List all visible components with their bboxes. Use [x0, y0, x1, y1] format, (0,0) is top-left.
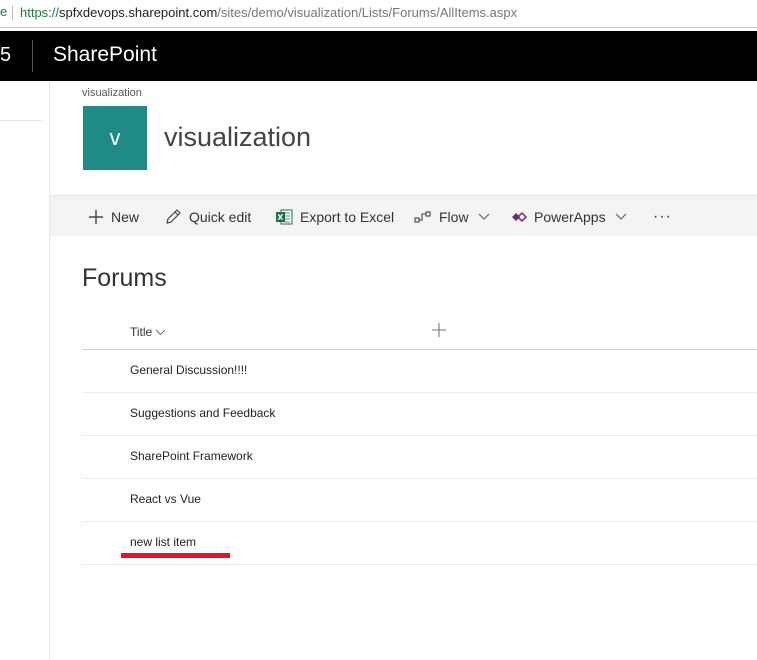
- chevron-down-icon: [615, 213, 627, 221]
- left-nav-divider: [0, 120, 42, 121]
- powerapps-icon: [511, 210, 527, 224]
- command-bar: New Quick edit Export to Excel Flow Powe…: [50, 195, 757, 236]
- page-title: Forums: [82, 264, 167, 292]
- site-logo-letter: v: [109, 125, 121, 150]
- address-url[interactable]: https://spfxdevops.sharepoint.com/sites/…: [20, 5, 517, 20]
- left-navigation: [0, 81, 50, 660]
- app-name-link[interactable]: SharePoint: [53, 43, 157, 67]
- url-scheme: https://: [20, 5, 60, 20]
- plus-icon: [88, 209, 104, 225]
- browser-address-bar[interactable]: e https://spfxdevops.sharepoint.com/site…: [0, 0, 757, 28]
- export-to-excel-button[interactable]: Export to Excel: [275, 196, 394, 237]
- new-button[interactable]: New: [88, 196, 139, 237]
- new-button-label: New: [111, 208, 140, 225]
- suite-bar-divider: [32, 40, 33, 72]
- list-item-title[interactable]: new list item: [130, 535, 196, 549]
- chevron-down-icon: [155, 325, 166, 339]
- list-item-title[interactable]: General Discussion!!!!: [130, 363, 247, 377]
- suite-bar: 5 SharePoint: [0, 31, 757, 81]
- excel-icon: [275, 208, 293, 226]
- flow-icon: [414, 210, 432, 224]
- chevron-down-icon: [478, 213, 490, 221]
- title-column-label: Title: [130, 325, 153, 339]
- list-item[interactable]: Suggestions and Feedback: [82, 393, 757, 436]
- more-icon[interactable]: ···: [653, 196, 672, 237]
- url-path: /sites/demo/visualization/Lists/Forums/A…: [217, 5, 518, 20]
- url-host: spfxdevops.sharepoint.com: [59, 5, 218, 20]
- title-column-header[interactable]: Title: [130, 325, 166, 339]
- list-item[interactable]: new list item: [82, 522, 757, 565]
- flow-menu-button[interactable]: Flow: [414, 196, 490, 237]
- list-item[interactable]: SharePoint Framework: [82, 436, 757, 479]
- powerapps-menu-button[interactable]: PowerApps: [511, 196, 627, 237]
- flow-label: Flow: [439, 208, 469, 225]
- site-title[interactable]: visualization: [164, 122, 311, 153]
- list-item-title[interactable]: Suggestions and Feedback: [130, 406, 275, 420]
- address-bar-divider: [12, 6, 13, 20]
- powerapps-label: PowerApps: [534, 208, 606, 225]
- list-item-title[interactable]: React vs Vue: [130, 492, 201, 506]
- quick-edit-label: Quick edit: [189, 208, 252, 225]
- pencil-icon: [164, 208, 182, 226]
- list-item-title[interactable]: SharePoint Framework: [130, 449, 253, 463]
- list-column-header: Title: [82, 318, 757, 350]
- more-button-label: ···: [653, 207, 672, 225]
- address-bar-leading-char: e: [0, 4, 8, 19]
- breadcrumb[interactable]: visualization: [82, 87, 142, 99]
- site-logo[interactable]: v: [83, 106, 147, 170]
- highlight-underline: [121, 553, 230, 558]
- export-to-excel-label: Export to Excel: [300, 208, 395, 225]
- list-item[interactable]: General Discussion!!!!: [82, 350, 757, 393]
- list-item[interactable]: React vs Vue: [82, 479, 757, 522]
- add-column-icon[interactable]: [430, 321, 448, 339]
- suite-bar-partial-text: 5: [0, 44, 12, 66]
- quick-edit-button[interactable]: Quick edit: [164, 196, 251, 237]
